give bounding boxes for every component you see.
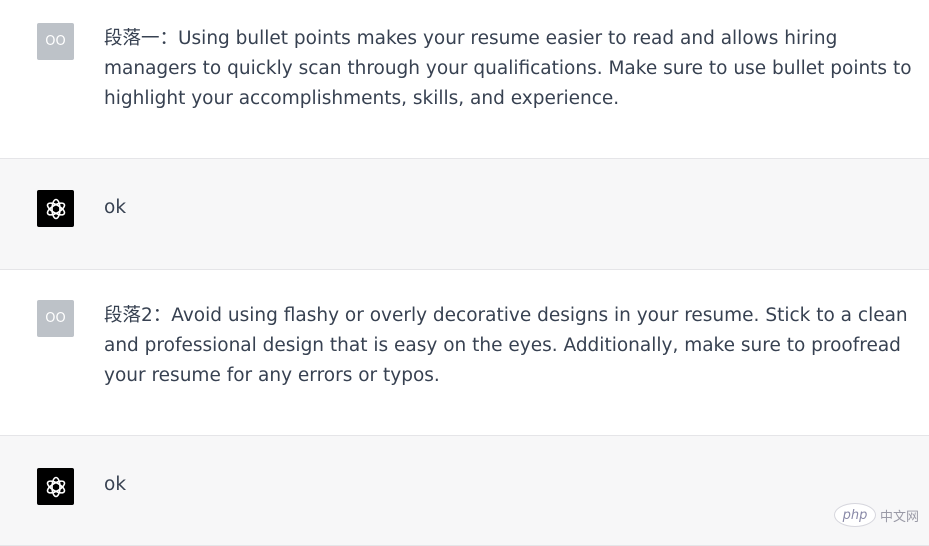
user-avatar: OO	[37, 300, 74, 337]
message-text: 段落一：Using bullet points makes your resum…	[104, 28, 912, 109]
message-text: 段落2：Avoid using flashy or overly decorat…	[104, 305, 908, 386]
user-message: OO 段落一：Using bullet points makes your re…	[0, 0, 929, 158]
message-text: ok	[104, 474, 127, 495]
user-avatar: OO	[37, 23, 74, 60]
openai-logo-icon	[46, 198, 65, 219]
watermark-site-text: 中文网	[879, 509, 919, 525]
assistant-message: ok	[0, 158, 929, 270]
message-text: ok	[104, 197, 127, 218]
watermark-logo: php	[833, 503, 876, 527]
user-avatar-initials: OO	[45, 311, 66, 326]
user-message: OO 段落2：Avoid using flashy or overly deco…	[0, 270, 929, 436]
user-avatar-initials: OO	[45, 34, 66, 49]
chat-thread: OO 段落一：Using bullet points makes your re…	[0, 0, 929, 546]
assistant-avatar	[37, 190, 74, 227]
assistant-message: ok php 中文网	[0, 435, 929, 546]
site-watermark: php 中文网	[833, 503, 919, 527]
openai-logo-icon	[46, 476, 65, 497]
assistant-avatar	[37, 468, 74, 505]
